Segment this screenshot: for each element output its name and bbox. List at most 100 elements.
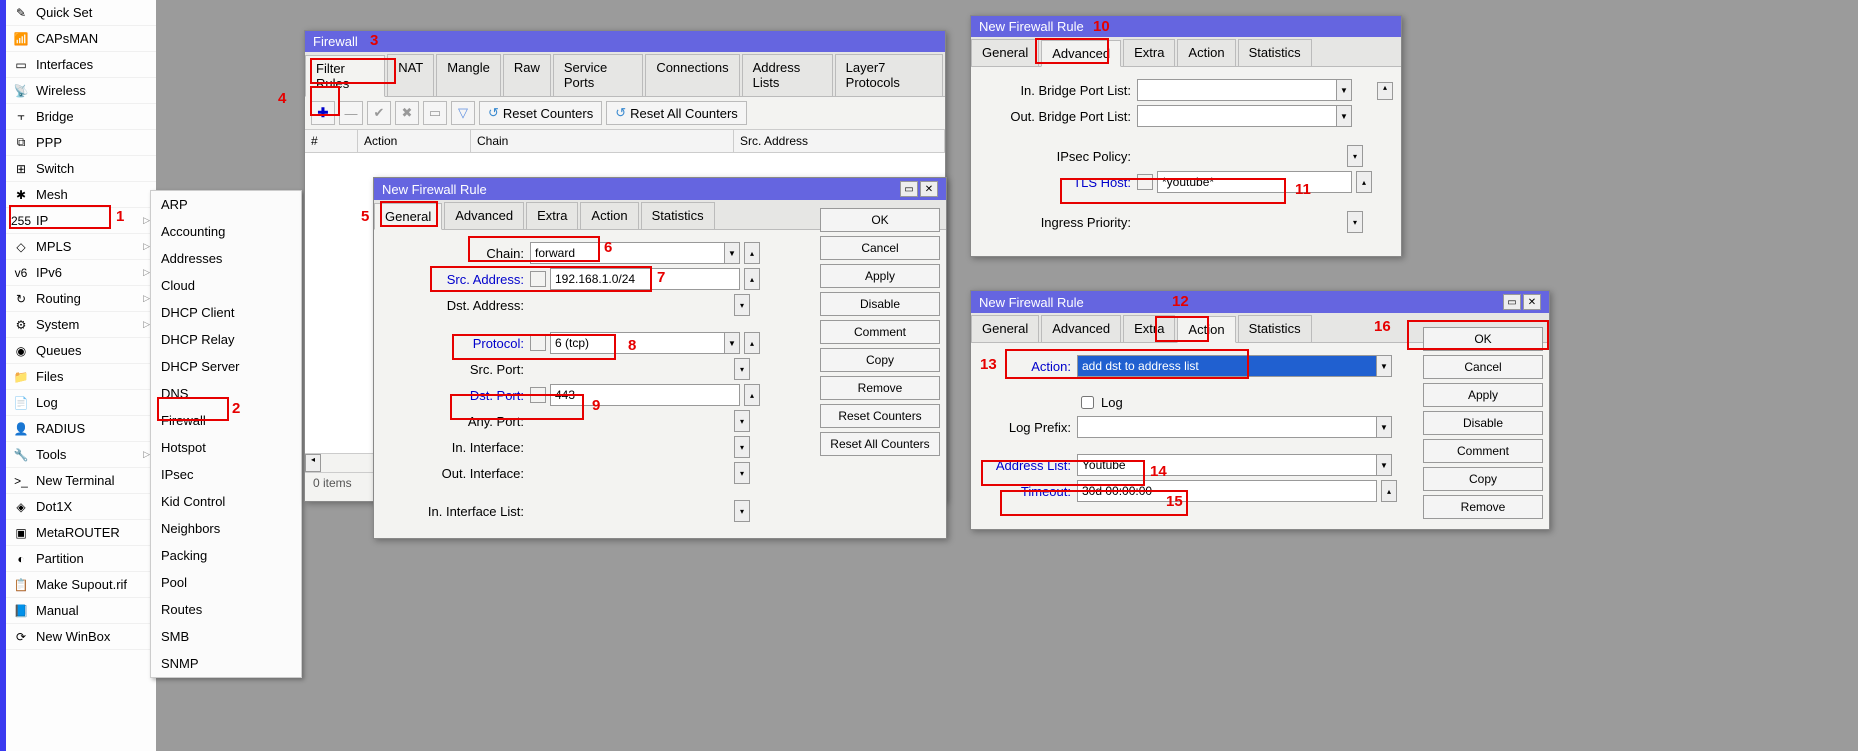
- sidebar-item-new-terminal[interactable]: >_New Terminal: [6, 468, 156, 494]
- tab-general[interactable]: General: [374, 203, 442, 230]
- comment-button[interactable]: Comment: [1423, 439, 1543, 463]
- sidebar-item-ppp[interactable]: ⧉PPP: [6, 130, 156, 156]
- protocol-input[interactable]: [550, 332, 725, 354]
- remove-button[interactable]: Remove: [820, 376, 940, 400]
- addr-list-input[interactable]: [1077, 454, 1377, 476]
- log-prefix-dd[interactable]: ▼: [1376, 416, 1392, 438]
- submenu-item-ipsec[interactable]: IPsec: [151, 461, 301, 488]
- sidebar-item-mesh[interactable]: ✱Mesh: [6, 182, 156, 208]
- reset-counters-button[interactable]: ↺Reset Counters: [479, 101, 602, 125]
- tab-service-ports[interactable]: Service Ports: [553, 54, 643, 96]
- disable-button[interactable]: ✖: [395, 101, 419, 125]
- tls-updown[interactable]: ▴: [1356, 171, 1372, 193]
- close-icon[interactable]: ✕: [920, 181, 938, 197]
- proto-neg[interactable]: [530, 335, 546, 351]
- proto-updown[interactable]: ▴: [744, 332, 760, 354]
- proto-dropdown[interactable]: ▼: [724, 332, 740, 354]
- submenu-item-dhcp-client[interactable]: DHCP Client: [151, 299, 301, 326]
- submenu-item-smb[interactable]: SMB: [151, 623, 301, 650]
- sidebar-item-interfaces[interactable]: ▭Interfaces: [6, 52, 156, 78]
- tab-extra[interactable]: Extra: [1123, 315, 1175, 342]
- remove-button[interactable]: —: [339, 101, 363, 125]
- ingress-updown[interactable]: ▾: [1347, 211, 1363, 233]
- col-src[interactable]: Src. Address: [734, 130, 945, 152]
- tab-action[interactable]: Action: [1177, 39, 1235, 66]
- tls-neg[interactable]: [1137, 174, 1153, 190]
- reset-counters-button[interactable]: Reset Counters: [820, 404, 940, 428]
- dst-port-input[interactable]: [550, 384, 740, 406]
- src-address-input[interactable]: [550, 268, 740, 290]
- reset-all-counters-button[interactable]: Reset All Counters: [820, 432, 940, 456]
- timeout-input[interactable]: [1077, 480, 1377, 502]
- tab-general[interactable]: General: [971, 39, 1039, 66]
- tab-mangle[interactable]: Mangle: [436, 54, 501, 96]
- sidebar-item-log[interactable]: 📄Log: [6, 390, 156, 416]
- in-bridge-input[interactable]: [1137, 79, 1337, 101]
- sidebar-item-files[interactable]: 📁Files: [6, 364, 156, 390]
- submenu-item-arp[interactable]: ARP: [151, 191, 301, 218]
- sidebar-item-routing[interactable]: ↻Routing▷: [6, 286, 156, 312]
- sidebar-item-system[interactable]: ⚙System▷: [6, 312, 156, 338]
- filter-button[interactable]: ▽: [451, 101, 475, 125]
- comment-button[interactable]: ▭: [423, 101, 447, 125]
- sidebar-item-make-supout-rif[interactable]: 📋Make Supout.rif: [6, 572, 156, 598]
- disable-button[interactable]: Disable: [1423, 411, 1543, 435]
- submenu-item-snmp[interactable]: SNMP: [151, 650, 301, 677]
- action-input[interactable]: [1077, 355, 1377, 377]
- copy-button[interactable]: Copy: [1423, 467, 1543, 491]
- ok-button[interactable]: OK: [820, 208, 940, 232]
- dst-updown[interactable]: ▾: [734, 294, 750, 316]
- tab-address-lists[interactable]: Address Lists: [742, 54, 833, 96]
- sport-updown[interactable]: ▾: [734, 358, 750, 380]
- col-chain[interactable]: Chain: [471, 130, 734, 152]
- tab-action[interactable]: Action: [580, 202, 638, 229]
- tab-general[interactable]: General: [971, 315, 1039, 342]
- sidebar-item-manual[interactable]: 📘Manual: [6, 598, 156, 624]
- scroll-up[interactable]: ▴: [1377, 82, 1393, 100]
- cancel-button[interactable]: Cancel: [820, 236, 940, 260]
- action-dd[interactable]: ▼: [1376, 355, 1392, 377]
- minimize-icon[interactable]: ▭: [900, 181, 918, 197]
- in-bridge-dd[interactable]: ▼: [1336, 79, 1352, 101]
- sidebar-item-bridge[interactable]: ⫟Bridge: [6, 104, 156, 130]
- submenu-item-firewall[interactable]: Firewall: [151, 407, 301, 434]
- add-button[interactable]: ✚: [311, 101, 335, 125]
- log-checkbox[interactable]: [1081, 396, 1094, 409]
- chain-updown[interactable]: ▴: [744, 242, 760, 264]
- sidebar-item-dot1x[interactable]: ◈Dot1X: [6, 494, 156, 520]
- submenu-item-dhcp-server[interactable]: DHCP Server: [151, 353, 301, 380]
- apply-button[interactable]: Apply: [1423, 383, 1543, 407]
- timeout-updown[interactable]: ▴: [1381, 480, 1397, 502]
- tab-raw[interactable]: Raw: [503, 54, 551, 96]
- tab-advanced[interactable]: Advanced: [1041, 315, 1121, 342]
- col-num[interactable]: #: [305, 130, 358, 152]
- src-neg[interactable]: [530, 271, 546, 287]
- chain-dropdown[interactable]: ▼: [724, 242, 740, 264]
- col-action[interactable]: Action: [358, 130, 471, 152]
- tab-extra[interactable]: Extra: [526, 202, 578, 229]
- submenu-item-packing[interactable]: Packing: [151, 542, 301, 569]
- iniflist-updown[interactable]: ▾: [734, 500, 750, 522]
- tab-statistics[interactable]: Statistics: [1238, 39, 1312, 66]
- tab-advanced[interactable]: Advanced: [444, 202, 524, 229]
- comment-button[interactable]: Comment: [820, 320, 940, 344]
- tab-statistics[interactable]: Statistics: [1238, 315, 1312, 342]
- submenu-item-routes[interactable]: Routes: [151, 596, 301, 623]
- tab-nat[interactable]: NAT: [387, 54, 434, 96]
- sidebar-item-metarouter[interactable]: ▣MetaROUTER: [6, 520, 156, 546]
- reset-all-counters-button[interactable]: ↺Reset All Counters: [606, 101, 747, 125]
- sidebar-item-tools[interactable]: 🔧Tools▷: [6, 442, 156, 468]
- sidebar-item-ip[interactable]: 255IP▷: [6, 208, 156, 234]
- sidebar-item-radius[interactable]: 👤RADIUS: [6, 416, 156, 442]
- tab-connections[interactable]: Connections: [645, 54, 739, 96]
- submenu-item-dns[interactable]: DNS: [151, 380, 301, 407]
- src-updown[interactable]: ▴: [744, 268, 760, 290]
- sidebar-item-switch[interactable]: ⊞Switch: [6, 156, 156, 182]
- enable-button[interactable]: ✔: [367, 101, 391, 125]
- sidebar-item-new-winbox[interactable]: ⟳New WinBox: [6, 624, 156, 650]
- tab-layer7-protocols[interactable]: Layer7 Protocols: [835, 54, 943, 96]
- scroll-left[interactable]: ◂: [305, 454, 321, 472]
- submenu-item-dhcp-relay[interactable]: DHCP Relay: [151, 326, 301, 353]
- out-bridge-input[interactable]: [1137, 105, 1337, 127]
- tab-extra[interactable]: Extra: [1123, 39, 1175, 66]
